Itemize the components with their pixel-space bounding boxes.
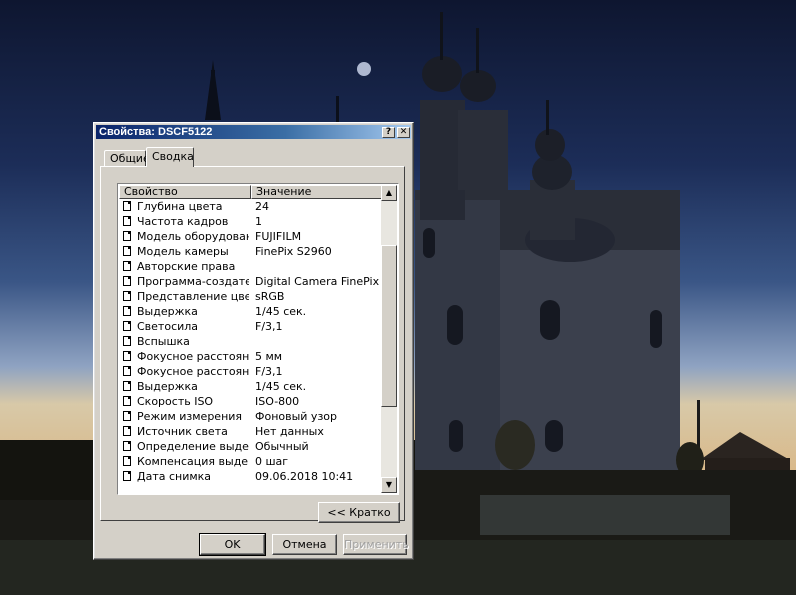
list-rows: Глубина цвета 24 Частота кадров 1 Модель о… [120,199,382,484]
file-icon [123,276,131,286]
file-icon [123,306,131,316]
dialog-title: Свойства: DSCF5122 [99,126,213,138]
vertical-scrollbar[interactable]: ▲ ▼ [381,185,397,493]
scrollbar-thumb[interactable] [381,245,397,407]
column-header-property[interactable]: Свойство [119,185,251,199]
list-item[interactable]: Глубина цвета 24 [120,199,382,214]
file-icon [123,381,131,391]
file-icon [123,366,131,376]
list-item[interactable]: Режим измерения Фоновый узор [120,409,382,424]
properties-list[interactable]: Свойство Значение Глубина цвета 24 Частот… [117,183,399,495]
summary-panel: Свойство Значение Глубина цвета 24 Частот… [100,166,405,523]
file-icon [123,246,131,256]
cancel-button[interactable]: Отмена [272,534,337,555]
file-icon [123,231,131,241]
properties-dialog: Свойства: DSCF5122 ? ✕ Общие Сводка Свой… [93,122,414,560]
list-item[interactable]: Дата снимка 09.06.2018 10:41 [120,469,382,484]
file-icon [123,456,131,466]
file-icon [123,291,131,301]
close-button[interactable]: ✕ [397,127,410,138]
list-item[interactable]: Модель оборудованияFUJIFILM [120,229,382,244]
list-item[interactable]: Фокусное расстояниеF/3,1 [120,364,382,379]
file-icon [123,411,131,421]
file-icon [123,336,131,346]
list-item[interactable]: Модель камеры FinePix S2960 [120,244,382,259]
file-icon [123,201,131,211]
list-item[interactable]: Частота кадров 1 [120,214,382,229]
tab-general[interactable]: Общие [104,150,150,166]
file-icon [123,261,131,271]
file-icon [123,396,131,406]
file-icon [123,216,131,226]
scroll-down-arrow-icon[interactable]: ▼ [381,477,397,493]
list-item[interactable]: Программа-создательDigital Camera FinePi… [120,274,382,289]
tab-summary[interactable]: Сводка [146,147,194,167]
list-item[interactable]: Определение выдержкиОбычный [120,439,382,454]
help-button[interactable]: ? [382,127,395,138]
column-header-value[interactable]: Значение [251,185,382,199]
list-header: Свойство Значение [119,185,382,199]
file-icon [123,441,131,451]
list-item[interactable]: Источник света Нет данных [120,424,382,439]
list-item[interactable]: Скорость ISO ISO-800 [120,394,382,409]
list-item[interactable]: Выдержка 1/45 сек. [120,304,382,319]
ok-button[interactable]: OK [199,533,266,556]
list-item[interactable]: Выдержка 1/45 сек. [120,379,382,394]
list-item[interactable]: Компенсация выдержки0 шаг [120,454,382,469]
file-icon [123,321,131,331]
list-item[interactable]: Представление цветаsRGB [120,289,382,304]
list-item[interactable]: Фокусное расстояние5 мм [120,349,382,364]
file-icon [123,471,131,481]
brief-button[interactable]: << Кратко [318,502,400,523]
file-icon [123,426,131,436]
dialog-titlebar[interactable]: Свойства: DSCF5122 ? ✕ [96,125,411,139]
apply-button[interactable]: Применить [343,534,409,555]
list-item[interactable]: Авторские права [120,259,382,274]
file-icon [123,351,131,361]
list-item[interactable]: Вспышка [120,334,382,349]
list-item[interactable]: Светосила F/3,1 [120,319,382,334]
scroll-up-arrow-icon[interactable]: ▲ [381,185,397,201]
